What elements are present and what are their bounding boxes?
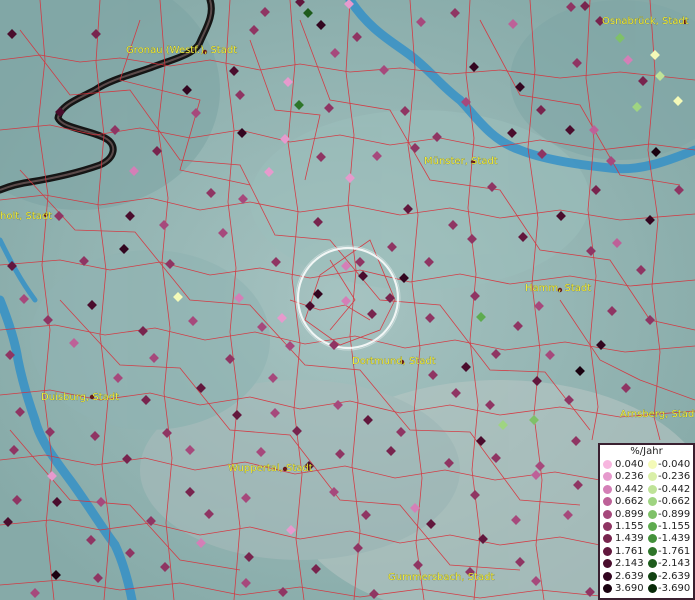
legend-swatch-negative	[648, 583, 657, 593]
legend: %/Jahr 0.040 -0.040 0.236 -0.236 0.442 -0.442…	[598, 443, 695, 600]
city-label-dortmund: Dortmund, Stadt	[352, 356, 436, 367]
legend-swatch-negative	[648, 472, 657, 482]
legend-label-negative: -0.662	[658, 496, 691, 508]
legend-rows: 0.040 -0.040 0.236 -0.236 0.442 -0.442 0.662 -0…	[600, 459, 693, 595]
legend-label-positive: 1.439	[615, 533, 644, 545]
legend-label-positive: 0.236	[615, 471, 644, 483]
legend-label-negative: -0.899	[658, 508, 691, 520]
legend-row: 1.761 -1.761	[600, 546, 693, 558]
legend-row: 0.662 -0.662	[600, 496, 693, 508]
legend-row: 0.899 -0.899	[600, 509, 693, 521]
legend-label-positive: 0.899	[615, 508, 644, 520]
legend-swatch-positive	[603, 559, 612, 569]
city-label-duisburg: Duisburg, Stadt	[41, 392, 119, 403]
legend-label-negative: -2.143	[658, 558, 691, 570]
legend-swatch-positive	[603, 534, 612, 544]
legend-label-negative: -1.439	[658, 533, 691, 545]
legend-swatch-positive	[603, 472, 612, 482]
city-label-arnsberg: Arnsberg, Stadt	[620, 409, 695, 420]
city-label-muenster: Münster, Stadt	[424, 156, 498, 167]
legend-swatch-negative	[648, 460, 657, 469]
legend-label-negative: -1.761	[658, 545, 691, 557]
legend-label-negative: -1.155	[658, 520, 691, 532]
legend-label-negative: -0.442	[658, 483, 691, 495]
legend-label-positive: 2.639	[615, 570, 644, 582]
legend-swatch-positive	[603, 521, 612, 531]
legend-label-negative: -0.236	[658, 471, 691, 483]
legend-swatch-negative	[648, 571, 657, 581]
legend-title: %/Jahr	[630, 446, 663, 457]
legend-label-negative: -3.690	[658, 582, 691, 594]
legend-label-positive: 1.155	[615, 520, 644, 532]
city-label-hamm: Hamm, Stadt	[525, 283, 591, 294]
legend-row: 3.690 -3.690	[600, 583, 693, 595]
city-label-gummersbach: Gummersbach, Stadt	[388, 572, 494, 583]
city-label-bocholt: holt, Stadt	[0, 211, 52, 222]
legend-swatch-positive	[603, 583, 612, 593]
city-label-gronau: Gronau (Westf.), Stadt	[126, 45, 237, 56]
legend-label-negative: -2.639	[658, 570, 691, 582]
legend-label-positive: 1.761	[615, 545, 644, 557]
legend-swatch-positive	[603, 571, 612, 581]
legend-swatch-positive	[603, 484, 612, 494]
legend-row: 1.155 -1.155	[600, 521, 693, 533]
legend-row: 0.236 -0.236	[600, 471, 693, 483]
legend-row: 0.442 -0.442	[600, 484, 693, 496]
legend-row: 0.040 -0.040	[600, 459, 693, 471]
legend-swatch-negative	[648, 534, 657, 544]
legend-swatch-negative	[648, 521, 657, 531]
legend-swatch-negative	[648, 559, 657, 569]
legend-row: 2.143 -2.143	[600, 558, 693, 570]
legend-swatch-negative	[648, 509, 657, 519]
legend-swatch-negative	[648, 546, 657, 556]
city-label-wuppertal: Wuppertal, Stadt	[228, 463, 313, 474]
legend-swatch-positive	[603, 509, 612, 519]
legend-label-positive: 3.690	[615, 582, 644, 594]
legend-swatch-positive	[603, 546, 612, 556]
legend-row: 2.639 -2.639	[600, 571, 693, 583]
legend-label-positive: 0.662	[615, 496, 644, 508]
legend-label-positive: 0.442	[615, 483, 644, 495]
legend-swatch-negative	[648, 497, 657, 507]
legend-label-negative: -0.040	[658, 459, 691, 470]
map-canvas[interactable]: Gronau (Westf.), Stadt Osnabrück, Stadt …	[0, 0, 695, 600]
legend-label-positive: 0.040	[615, 459, 644, 470]
legend-swatch-negative	[648, 484, 657, 494]
legend-swatch-positive	[603, 460, 612, 469]
legend-label-positive: 2.143	[615, 558, 644, 570]
legend-swatch-positive	[603, 497, 612, 507]
legend-row: 1.439 -1.439	[600, 533, 693, 545]
city-label-osnabrueck: Osnabrück, Stadt	[602, 16, 689, 27]
